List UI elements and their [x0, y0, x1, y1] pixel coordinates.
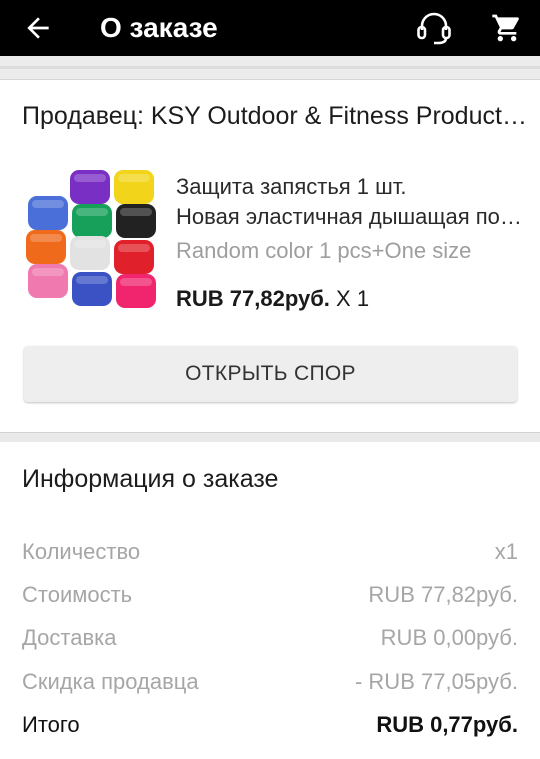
order-info-label: Количество [22, 539, 141, 564]
order-info-label: Стоимость [22, 582, 133, 607]
order-info-value: x1 [494, 539, 518, 564]
wristband-highlight [74, 174, 106, 182]
order-info-value: RUB 77,82руб. [368, 582, 518, 607]
product-price: RUB 77,82руб. [176, 286, 330, 311]
wristband-highlight [76, 208, 108, 216]
headset-icon[interactable] [414, 10, 454, 46]
cart-icon[interactable] [490, 12, 524, 44]
wristband-highlight [76, 276, 108, 284]
order-info-row: Доставка RUB 0,00руб. [22, 623, 518, 653]
arrow-left-icon[interactable] [22, 12, 54, 44]
wristband-highlight [120, 278, 152, 286]
product-quantity: X 1 [336, 286, 370, 311]
order-info-value: RUB 0,00руб. [380, 625, 518, 650]
order-info-value: - RUB 77,05руб. [354, 669, 518, 694]
wristband-highlight [30, 234, 62, 242]
open-dispute-button[interactable]: ОТКРЫТЬ СПОР [24, 346, 517, 402]
wristband-highlight [74, 240, 106, 248]
order-info-row: Количество x1 [22, 537, 518, 567]
app-bar: О заказе [0, 0, 540, 56]
order-info-label: Доставка [22, 625, 117, 650]
seller-name[interactable]: Продавец: KSY Outdoor & Fitness Products… [22, 100, 536, 132]
wristband-highlight [32, 200, 64, 208]
product-name-line2: Новая эластичная дышащая повязка на запя… [176, 204, 526, 229]
wristband-highlight [118, 244, 150, 252]
product-name[interactable]: Защита запястья 1 шт. Новая эластичная д… [176, 172, 526, 232]
product-name-line1: Защита запястья 1 шт. [176, 174, 407, 199]
order-total-value: RUB 0,77руб. [376, 712, 518, 737]
wristband-highlight [118, 174, 150, 182]
order-info-row: Скидка продавца - RUB 77,05руб. [22, 667, 518, 697]
product-image[interactable] [22, 168, 160, 310]
wristband-highlight [32, 268, 64, 276]
order-total-row: Итого RUB 0,77руб. [22, 710, 518, 740]
order-info-title: Информация о заказе [22, 465, 279, 493]
order-info-label: Скидка продавца [22, 669, 199, 694]
order-total-label: Итого [22, 712, 80, 737]
section-divider [0, 56, 540, 80]
order-info-row: Стоимость RUB 77,82руб. [22, 580, 518, 610]
page-title: О заказе [100, 12, 218, 43]
product-variant: Random color 1 pcs+One size [176, 238, 472, 263]
section-divider [0, 432, 540, 442]
product-price-line: RUB 77,82руб. X 1 [176, 284, 369, 314]
wristband-highlight [120, 208, 152, 216]
